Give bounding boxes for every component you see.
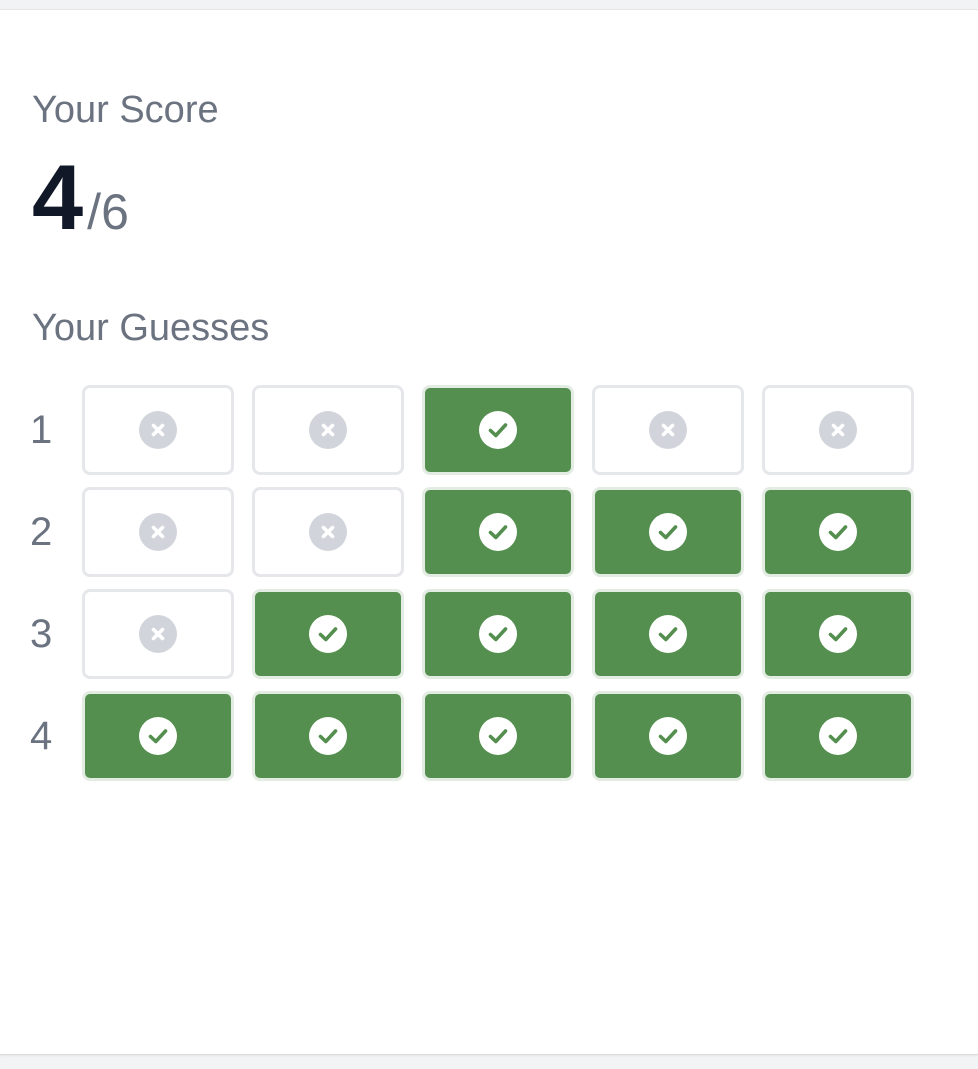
guess-row-number: 1: [30, 407, 53, 452]
guess-row-number: 3: [30, 611, 53, 656]
guesses-label: Your Guesses: [32, 307, 270, 349]
guess-cell-incorrect: [82, 385, 234, 475]
guess-row: 3: [24, 586, 932, 682]
x-circle-icon: [309, 513, 347, 551]
check-circle-icon: [309, 717, 347, 755]
guess-row: 1: [24, 382, 932, 478]
guess-cell-correct: [762, 487, 914, 577]
score-display: 4 /6: [32, 150, 129, 246]
check-circle-icon: [479, 411, 517, 449]
guess-cell-incorrect: [252, 487, 404, 577]
check-circle-icon: [819, 513, 857, 551]
guess-cell-correct: [422, 385, 574, 475]
guess-cell-correct: [252, 589, 404, 679]
guess-cell-correct: [82, 691, 234, 781]
guess-cell-correct: [762, 589, 914, 679]
check-circle-icon: [819, 717, 857, 755]
check-circle-icon: [479, 615, 517, 653]
x-circle-icon: [649, 411, 687, 449]
check-circle-icon: [139, 717, 177, 755]
check-circle-icon: [649, 615, 687, 653]
check-circle-icon: [819, 615, 857, 653]
check-circle-icon: [479, 717, 517, 755]
guess-cell-incorrect: [592, 385, 744, 475]
results-card: Your Score 4 /6 Your Guesses 1 2 3 4: [0, 10, 978, 1054]
check-circle-icon: [649, 513, 687, 551]
score-label: Your Score: [32, 89, 219, 131]
guess-row: 2: [24, 484, 932, 580]
guess-cell-correct: [422, 589, 574, 679]
guess-cell-correct: [592, 487, 744, 577]
guess-row: 4: [24, 688, 932, 784]
guess-row-number: 2: [30, 509, 53, 554]
check-circle-icon: [309, 615, 347, 653]
guess-cell-correct: [592, 589, 744, 679]
score-value: 4: [32, 147, 84, 249]
check-circle-icon: [479, 513, 517, 551]
guess-cell-incorrect: [82, 589, 234, 679]
guess-cell-correct: [422, 487, 574, 577]
x-circle-icon: [139, 513, 177, 551]
guesses-grid: 1 2 3 4: [24, 382, 932, 790]
score-total: /6: [87, 184, 129, 240]
guess-cell-correct: [422, 691, 574, 781]
check-circle-icon: [649, 717, 687, 755]
guess-cell-correct: [592, 691, 744, 781]
guess-cell-correct: [252, 691, 404, 781]
x-circle-icon: [819, 411, 857, 449]
guess-cell-incorrect: [252, 385, 404, 475]
guess-row-number: 4: [30, 713, 53, 758]
x-circle-icon: [139, 411, 177, 449]
x-circle-icon: [139, 615, 177, 653]
guess-cell-incorrect: [762, 385, 914, 475]
guess-cell-correct: [762, 691, 914, 781]
guess-cell-incorrect: [82, 487, 234, 577]
x-circle-icon: [309, 411, 347, 449]
